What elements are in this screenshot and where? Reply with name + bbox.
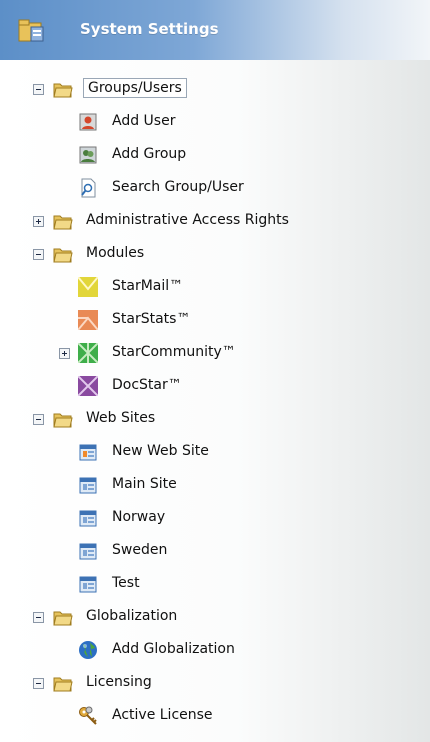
- tree-label[interactable]: Search Group/User: [112, 179, 244, 195]
- folder-icon: [53, 248, 73, 263]
- tree-label[interactable]: DocStar™: [112, 377, 182, 393]
- starmail-logo-icon: [78, 277, 98, 297]
- tree-label[interactable]: Groups/Users: [83, 78, 187, 98]
- tree-label[interactable]: New Web Site: [112, 443, 209, 459]
- add-group-icon: [79, 146, 97, 164]
- tree-label[interactable]: StarStats™: [112, 311, 190, 327]
- tree-label[interactable]: Test: [112, 575, 140, 591]
- header-bar: System Settings: [0, 0, 430, 60]
- tree-label[interactable]: Modules: [86, 245, 144, 261]
- add-user-icon: [79, 113, 97, 131]
- folder-icon: [53, 611, 73, 626]
- tree-label[interactable]: Sweden: [112, 542, 167, 558]
- tree-label[interactable]: Add Globalization: [112, 641, 235, 657]
- tree-label[interactable]: Active License: [112, 707, 213, 723]
- expand-toggle[interactable]: [33, 216, 44, 227]
- tree-label[interactable]: Administrative Access Rights: [86, 212, 289, 228]
- tree-label[interactable]: Web Sites: [86, 410, 155, 426]
- collapse-toggle[interactable]: [33, 414, 44, 425]
- web-page-icon: [79, 510, 97, 527]
- web-page-icon: [79, 543, 97, 560]
- tree-label[interactable]: Licensing: [86, 674, 152, 690]
- folder-icon: [53, 83, 73, 98]
- expand-toggle[interactable]: [59, 348, 70, 359]
- tree-label[interactable]: Add User: [112, 113, 175, 129]
- tree-label[interactable]: Add Group: [112, 146, 186, 162]
- tree-label[interactable]: Norway: [112, 509, 165, 525]
- new-web-page-icon: [79, 444, 97, 461]
- collapse-toggle[interactable]: [33, 678, 44, 689]
- starcommunity-logo-icon: [78, 343, 98, 363]
- collapse-toggle[interactable]: [33, 84, 44, 95]
- folder-settings-icon: [18, 19, 44, 42]
- tree-label[interactable]: Globalization: [86, 608, 177, 624]
- tree-label[interactable]: StarCommunity™: [112, 344, 236, 360]
- folder-icon: [53, 215, 73, 230]
- page-title: System Settings: [80, 20, 219, 38]
- search-document-icon: [81, 178, 96, 198]
- collapse-toggle[interactable]: [33, 249, 44, 260]
- tree-label[interactable]: Main Site: [112, 476, 177, 492]
- collapse-toggle[interactable]: [33, 612, 44, 623]
- starstats-logo-icon: [78, 310, 98, 330]
- folder-icon: [53, 413, 73, 428]
- tree-label[interactable]: StarMail™: [112, 278, 183, 294]
- folder-icon: [53, 677, 73, 692]
- web-page-icon: [79, 477, 97, 494]
- docstar-logo-icon: [78, 376, 98, 396]
- globe-icon: [79, 641, 97, 659]
- web-page-icon: [79, 576, 97, 593]
- key-icon: [79, 706, 97, 725]
